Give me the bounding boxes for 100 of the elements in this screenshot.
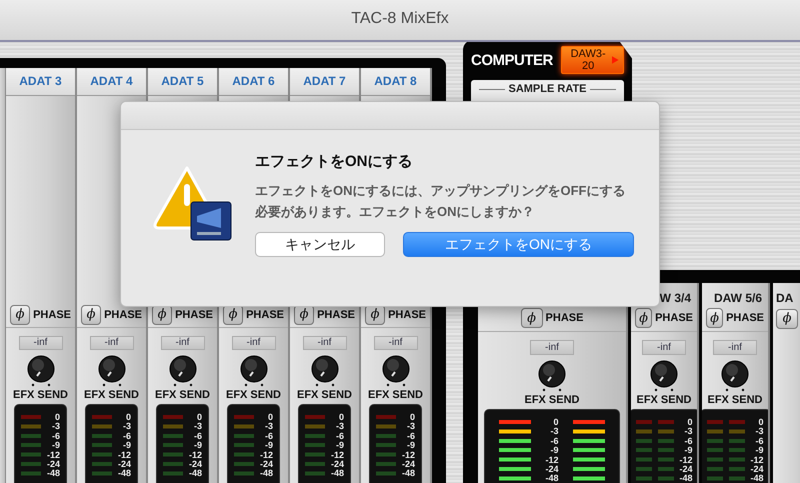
send-label: EFX SEND: [12, 388, 68, 401]
window-title: TAC-8 MixEfx: [351, 10, 449, 29]
send-knob[interactable]: [536, 359, 568, 393]
meter-scale-label: -24: [260, 460, 273, 470]
level-readout: -inf: [642, 340, 686, 355]
meter-scale-label: -12: [680, 456, 693, 465]
phase-label: PHASE: [246, 308, 284, 321]
meter-scale-label: -3: [756, 427, 764, 437]
level-readout: -inf: [18, 336, 62, 350]
phase-label: PHASE: [726, 312, 764, 324]
level-readout: -inf: [90, 336, 134, 350]
send-label: EFX SEND: [226, 388, 281, 401]
phase-label: PHASE: [33, 308, 71, 321]
meter-scale-label: -24: [46, 460, 60, 470]
meter-scale-label: -12: [402, 450, 415, 460]
phase-button[interactable]: ϕ: [635, 308, 652, 328]
meter-scale-label: -6: [264, 432, 273, 442]
phase-button[interactable]: ϕ: [520, 308, 543, 328]
phase-button[interactable]: ϕ: [81, 304, 102, 325]
route-button[interactable]: DAW3-20: [560, 46, 624, 74]
meter-scale-label: -6: [52, 432, 60, 442]
meter-scale-label: -24: [402, 460, 415, 470]
phase-label: PHASE: [655, 312, 693, 324]
meter-scale-label: -48: [118, 469, 131, 479]
meter-scale-label: 0: [553, 418, 558, 428]
send-knob[interactable]: [648, 359, 680, 393]
meter-scale-label: -3: [52, 422, 60, 432]
meter-scale-label: -24: [545, 464, 558, 474]
meter-scale-label: -3: [336, 422, 344, 432]
channel-name: ADAT 6: [219, 68, 288, 96]
send-knob[interactable]: [308, 354, 340, 388]
meter-scale-label: -48: [402, 469, 415, 479]
meter-scale-label: -48: [330, 469, 344, 479]
meter-scale-label: -48: [680, 474, 693, 483]
level-readout: -inf: [713, 340, 757, 355]
meter-scale-label: -9: [52, 441, 60, 450]
meter-scale-label: -48: [750, 474, 764, 483]
phase-label: PHASE: [317, 308, 355, 321]
meter-scale-label: -3: [406, 422, 415, 432]
meter-scale-label: -3: [550, 427, 558, 437]
phase-button[interactable]: ϕ: [10, 304, 30, 325]
meter-scale-label: -12: [545, 456, 558, 465]
phase-button[interactable]: ϕ: [776, 308, 798, 328]
sample-rate-label: SAMPLE RATE: [508, 83, 587, 95]
phase-label: PHASE: [175, 308, 213, 321]
send-knob[interactable]: [719, 359, 751, 393]
send-knob[interactable]: [96, 354, 128, 388]
channel-name: ADAT 7: [290, 68, 359, 96]
meter-scale-label: -9: [550, 446, 558, 456]
meter-scale-label: 0: [54, 412, 60, 422]
phase-label: PHASE: [104, 308, 142, 321]
meter-scale-label: -9: [336, 441, 344, 450]
level-readout: -inf: [302, 336, 346, 350]
send-knob[interactable]: [24, 354, 56, 388]
meter-scale-label: -6: [122, 432, 131, 442]
meter-scale-label: -3: [194, 422, 202, 432]
level-readout: -inf: [232, 336, 276, 350]
meter-scale-label: -12: [188, 450, 202, 460]
meter-scale-label: -9: [264, 441, 273, 450]
meter-scale-label: -6: [336, 432, 344, 442]
meter-scale-label: -12: [118, 450, 131, 460]
dialog-title: エフェクトをONにする: [255, 152, 414, 171]
send-knob[interactable]: [238, 354, 270, 388]
meter-scale-label: -48: [545, 474, 558, 483]
channel-name: DAW 5/6: [714, 290, 763, 305]
level-readout: -inf: [160, 336, 204, 350]
send-label: EFX SEND: [524, 394, 580, 406]
caret-icon: [612, 56, 619, 64]
meter-scale-label: -9: [406, 441, 415, 450]
send-label: EFX SEND: [296, 388, 352, 401]
meter-scale-label: -48: [46, 469, 60, 479]
meter-scale-label: -6: [406, 432, 415, 442]
phase-button[interactable]: ϕ: [706, 308, 724, 328]
phase-label: PHASE: [388, 308, 426, 321]
meter-scale-label: 0: [688, 418, 693, 428]
cancel-button[interactable]: キャンセル: [255, 232, 385, 257]
meter-scale-label: -9: [122, 441, 131, 450]
meter-scale-label: -24: [118, 460, 131, 470]
send-label: EFX SEND: [707, 394, 762, 406]
send-label: EFX SEND: [368, 388, 423, 401]
meter-scale-label: -9: [756, 446, 764, 456]
meter-scale-label: -12: [750, 456, 764, 465]
channel-name: ADAT 3: [6, 68, 75, 96]
meter-scale-label: -48: [188, 469, 202, 479]
channel-name: ADAT 4: [77, 68, 146, 96]
meter-scale-label: -6: [194, 432, 202, 442]
meter-scale-label: -12: [46, 450, 60, 460]
meter-scale-label: -24: [750, 464, 764, 474]
send-knob[interactable]: [166, 354, 198, 388]
send-label: EFX SEND: [636, 394, 692, 406]
channel-name: W 3/4: [660, 290, 692, 305]
meter-scale-label: 0: [758, 418, 764, 428]
meter-scale-label: -24: [680, 464, 693, 474]
meter-scale-label: -12: [330, 450, 344, 460]
send-label: EFX SEND: [84, 388, 139, 401]
channel-name: ADAT 8: [361, 68, 430, 96]
send-knob[interactable]: [380, 354, 412, 388]
meter-scale-label: 0: [338, 412, 344, 422]
meter-scale-label: -24: [330, 460, 344, 470]
meter-scale-label: -3: [264, 422, 273, 432]
